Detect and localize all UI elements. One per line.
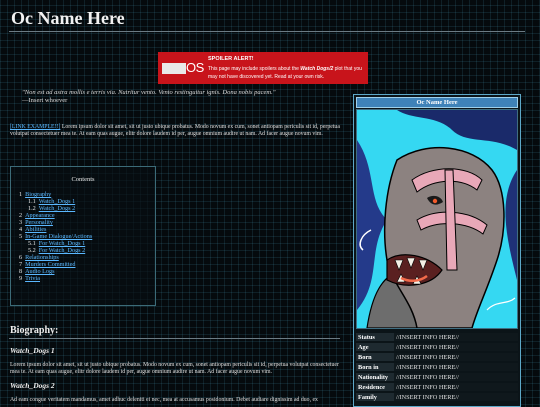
toc-item: 6 Relationships [19, 254, 92, 261]
toc-item: 9 Trivia [19, 275, 92, 282]
infobox-value: //INSERT INFO HERE// [394, 393, 518, 401]
toc-link[interactable]: Trivia [25, 275, 40, 282]
infobox-value: //INSERT INFO HERE// [394, 353, 518, 361]
quote-text: "Non est ad astra mollis e terris via. N… [22, 89, 276, 96]
dedsec-logo: OS [162, 60, 206, 76]
infobox-title: Oc Name Here [356, 97, 518, 108]
spoiler-message-pre: This page may include spoilers about the [208, 66, 301, 72]
toc-link[interactable]: Watch_Dogs 1 [39, 198, 75, 205]
toc-link[interactable]: Relationships [25, 254, 59, 261]
toc-item: 1 Biography [19, 191, 92, 198]
infobox-row: Status//INSERT INFO HERE// [356, 333, 518, 341]
portrait-drawing [357, 110, 517, 328]
intro-paragraph: [LINK EXAMPLE!!] Lorem ipsum dolor sit a… [10, 124, 345, 138]
infobox-row: Family//INSERT INFO HERE// [356, 393, 518, 401]
toc-item: 8 Audio Logs [19, 268, 92, 275]
toc-item: 4 Abilities [19, 226, 92, 233]
toc-link[interactable]: Appearance [25, 212, 55, 219]
page-title: Oc Name Here [11, 8, 125, 28]
infobox-row: Born in//INSERT INFO HERE// [356, 363, 518, 371]
infobox-row: Nationality//INSERT INFO HERE// [356, 373, 518, 381]
infobox-row: Age//INSERT INFO HERE// [356, 343, 518, 351]
biography-heading: Biography: [10, 325, 59, 336]
infobox-key: Residence [356, 383, 394, 391]
toc-link[interactable]: For Watch_Dogs 2 [39, 247, 85, 254]
toc-list: 1 Biography 1.1 Watch_Dogs 1 1.2 Watch_Dogs 2… [19, 191, 92, 282]
toc-item-number: 2 [19, 212, 23, 219]
infobox-value: //INSERT INFO HERE// [394, 343, 518, 351]
infobox-value: //INSERT INFO HERE// [394, 373, 518, 381]
infobox-row: Residence//INSERT INFO HERE// [356, 383, 518, 391]
toc-item: 1.2 Watch_Dogs 2 [19, 205, 92, 212]
infobox-key: Nationality [356, 373, 394, 381]
infobox-key: Born in [356, 363, 394, 371]
toc-link[interactable]: In-Game Dialogue/Actions [25, 233, 92, 240]
spoiler-banner: OS SPOILER ALERT! This page may include … [158, 52, 368, 84]
toc-link[interactable]: Personality [25, 219, 53, 226]
quote-author: —Insert whoever [22, 97, 68, 104]
toc-item: 5.1 For Watch_Dogs 1 [19, 240, 92, 247]
section-text-wd1: Lorem ipsum dolor sit amet, sit ut justo… [10, 362, 339, 375]
spoiler-message: This page may include spoilers about the… [208, 65, 366, 81]
toc-item-number: 1.1 [28, 198, 36, 205]
toc-item-number: 4 [19, 226, 23, 233]
infobox-key: Status [356, 333, 394, 341]
infobox-value: //INSERT INFO HERE// [394, 333, 518, 341]
toc-item-number: 5 [19, 233, 23, 240]
toc-item-number: 5.2 [28, 247, 36, 254]
infobox-value: //INSERT INFO HERE// [394, 363, 518, 371]
spoiler-alert-title: SPOILER ALERT! [208, 56, 254, 62]
toc-item: 5.2 For Watch_Dogs 2 [19, 247, 92, 254]
infobox-row: Born//INSERT INFO HERE// [356, 353, 518, 361]
title-divider [9, 31, 525, 32]
infobox-value: //INSERT INFO HERE// [394, 383, 518, 391]
toc-item: 7 Murders Committed [19, 261, 92, 268]
toc-item: 3 Personality [19, 219, 92, 226]
toc-link[interactable]: Murders Committed [25, 261, 75, 268]
intro-text: Lorem ipsum dolor sit amet, sit ut justo… [10, 124, 340, 137]
infobox-table: Status//INSERT INFO HERE//Age//INSERT IN… [356, 331, 518, 403]
toc-item-number: 5.1 [28, 240, 36, 247]
quote-block: "Non est ad astra mollis e terris via. N… [22, 89, 275, 105]
spoiler-game-name: Watch Dogs/2 [300, 66, 334, 72]
toc-item: 5 In-Game Dialogue/Actions [19, 233, 92, 240]
toc-item-number: 1 [19, 191, 23, 198]
section-title-wd1: Watch_Dogs 1 [10, 346, 55, 355]
toc-item-number: 9 [19, 275, 23, 282]
toc-item: 1.1 Watch_Dogs 1 [19, 198, 92, 205]
toc-item: 2 Appearance [19, 212, 92, 219]
infobox-key: Age [356, 343, 394, 351]
toc-item-number: 7 [19, 261, 23, 268]
toc-item-number: 3 [19, 219, 23, 226]
toc-link[interactable]: Biography [25, 191, 51, 198]
toc-link[interactable]: Watch_Dogs 2 [39, 205, 75, 212]
toc-item-number: 8 [19, 268, 23, 275]
toc-link[interactable]: Abilities [25, 226, 46, 233]
biography-divider [9, 338, 340, 339]
character-infobox: Oc Name Here Status//INSERT INFO HERE//A… [353, 94, 521, 407]
toc-heading: Contents [71, 176, 95, 183]
section-text-wd2: Ad eam congue veritatem mandamus, amet a… [10, 397, 318, 403]
toc-item-number: 1.2 [28, 205, 36, 212]
logo-text: OS [186, 60, 204, 75]
infobox-key: Born [356, 353, 394, 361]
character-portrait [356, 109, 518, 329]
toc-link[interactable]: For Watch_Dogs 1 [39, 240, 85, 247]
example-link[interactable]: [LINK EXAMPLE!!] [10, 124, 60, 130]
section-title-wd2: Watch_Dogs 2 [10, 381, 55, 390]
table-of-contents: Contents 1 Biography 1.1 Watch_Dogs 1 1.2 Wat… [10, 166, 156, 306]
infobox-key: Family [356, 393, 394, 401]
toc-link[interactable]: Audio Logs [25, 268, 54, 275]
logo-block [162, 63, 186, 74]
toc-item-number: 6 [19, 254, 23, 261]
